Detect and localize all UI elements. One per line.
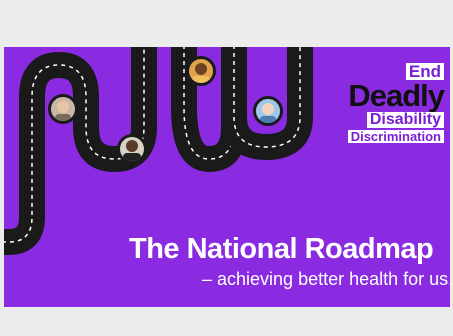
campaign-logo: End Deadly Disability Discrimination — [334, 63, 445, 145]
logo-deadly: Deadly — [348, 78, 445, 113]
person-photo-4 — [253, 96, 283, 126]
logo-discrimination: Discrimination — [347, 130, 444, 143]
subline: – achieving better health for us. — [202, 269, 450, 289]
headline: The National Roadmap — [129, 233, 434, 265]
person-photo-1 — [48, 94, 78, 124]
logo-disability: Disability — [366, 112, 444, 128]
person-photo-2 — [117, 134, 147, 164]
campaign-banner: End Deadly Disability Discrimination The… — [4, 47, 450, 307]
person-photo-3 — [186, 56, 216, 86]
